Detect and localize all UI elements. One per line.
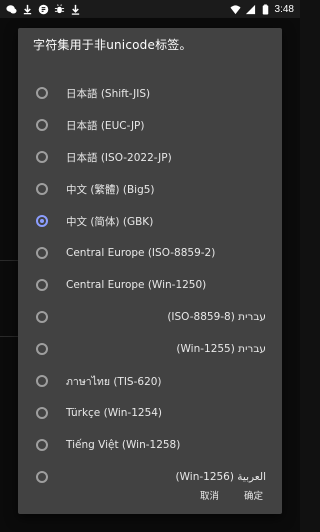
charset-option-label: Türkçe (Win-1254) [66,407,163,419]
status-right-icons: 3:48 [229,3,294,15]
charset-option-label: 中文 (繁體) (Big5) [66,183,155,196]
dialog-title: 字符集用于非unicode标签。 [33,38,192,52]
charset-option-label: Tiếng Việt (Win-1258) [66,439,181,451]
status-bar: 3:48 [0,0,300,18]
radio-button[interactable] [36,343,48,355]
charset-dialog: 字符集用于非unicode标签。 日本語 (Shift-JIS) 日本語 (EU… [18,28,282,514]
app-icon [38,4,49,15]
charset-option[interactable]: 日本語 (ISO-2022-JP) [18,141,282,173]
charset-option[interactable]: 中文 (繁體) (Big5) [18,173,282,205]
status-left-icons [6,3,81,15]
charset-option[interactable]: Central Europe (ISO-8859-2) [18,237,282,269]
cancel-button[interactable]: 取消 [196,486,223,504]
wechat-icon [6,4,17,15]
ok-button[interactable]: 确定 [240,486,267,504]
battery-icon [260,3,271,15]
radio-button[interactable] [36,119,48,131]
charset-option[interactable]: Central Europe (Win-1250) [18,269,282,301]
background-divider [0,260,18,261]
wifi-icon [229,4,241,15]
radio-button[interactable] [36,311,48,323]
signal-icon [245,4,256,15]
bug-icon [54,3,65,15]
charset-option[interactable]: Türkçe (Win-1254) [18,397,282,429]
charset-option-selected[interactable]: 中文 (简体) (GBK) [18,205,282,237]
radio-button[interactable] [36,183,48,195]
dialog-actions: 取消 确定 [18,474,282,514]
charset-option-label: Central Europe (Win-1250) [66,279,207,291]
charset-option-label: עברית (Win-1255) [176,343,266,355]
charset-option-label: 中文 (简体) (GBK) [66,215,154,228]
radio-button-checked[interactable] [36,215,48,227]
background-divider [0,336,18,337]
charset-option[interactable]: Tiếng Việt (Win-1258) [18,429,282,461]
charset-option[interactable]: 日本語 (EUC-JP) [18,109,282,141]
charset-option[interactable]: עברית (ISO-8859-8) [18,301,282,333]
radio-button[interactable] [36,407,48,419]
charset-option-label: 日本語 (Shift-JIS) [66,87,151,100]
radio-button[interactable] [36,151,48,163]
charset-option[interactable]: 日本語 (Shift-JIS) [18,77,282,109]
radio-button[interactable] [36,439,48,451]
charset-option-label: 日本語 (EUC-JP) [66,119,145,132]
radio-button[interactable] [36,375,48,387]
charset-option-label: ภาษาไทย (TIS-620) [66,375,162,388]
download-icon [22,4,33,15]
charset-option-label: עברית (ISO-8859-8) [167,311,266,323]
radio-button[interactable] [36,247,48,259]
charset-option[interactable]: עברית (Win-1255) [18,333,282,365]
status-time: 3:48 [274,3,294,15]
charset-option-label: 日本語 (ISO-2022-JP) [66,151,172,164]
radio-button[interactable] [36,279,48,291]
radio-button[interactable] [36,87,48,99]
charset-option[interactable]: ภาษาไทย (TIS-620) [18,365,282,397]
charset-option-label: Central Europe (ISO-8859-2) [66,247,216,259]
download-arrow-icon [70,4,81,15]
